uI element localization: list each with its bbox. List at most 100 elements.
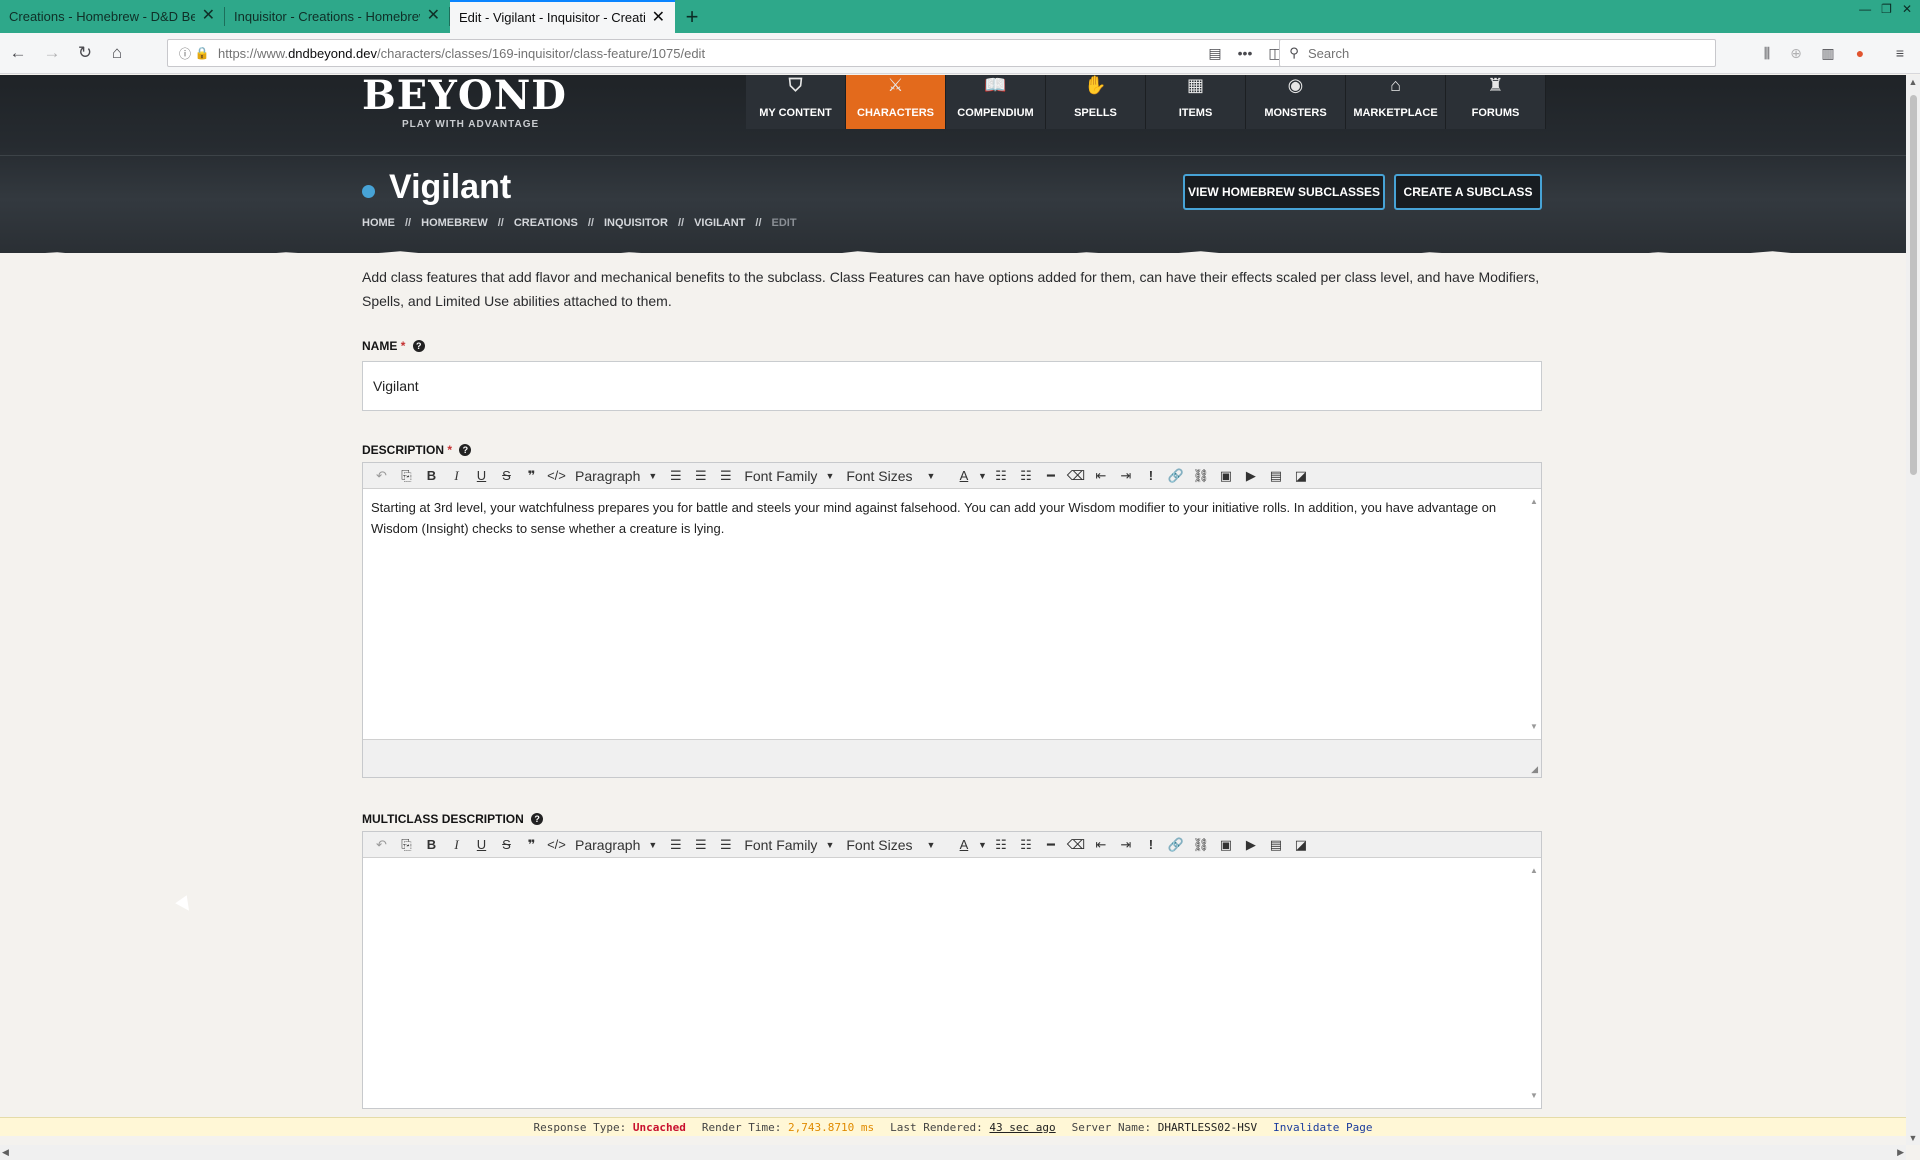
italic-icon[interactable]: I (444, 465, 469, 487)
site-logo[interactable]: BEYOND PLAY WITH ADVANTAGE (362, 75, 567, 130)
browser-tab-active[interactable]: Edit - Vigilant - Inquisitor - Creation … (450, 0, 675, 33)
fullscreen-icon[interactable]: ◪ (1288, 834, 1313, 856)
exclamation-icon[interactable]: ! (1138, 834, 1163, 856)
indent-icon[interactable]: ⇥ (1113, 834, 1138, 856)
horizontal-rule-icon[interactable]: ━ (1038, 465, 1063, 487)
reader-view-icon[interactable]: ▤ (1200, 45, 1230, 62)
video-icon[interactable]: ▶ (1238, 465, 1263, 487)
breadcrumb-creations[interactable]: CREATIONS (514, 217, 578, 229)
page-actions-icon[interactable]: ••• (1230, 45, 1260, 61)
unlink-icon[interactable]: ⛓ (1188, 465, 1213, 487)
code-icon[interactable]: </> (544, 465, 569, 487)
resize-handle-icon[interactable]: ◢ (1531, 764, 1538, 775)
minimize-icon[interactable]: — (1859, 0, 1871, 20)
nav-forums[interactable]: ♜ FORUMS (1446, 75, 1546, 129)
bold-icon[interactable]: B (419, 465, 444, 487)
nav-characters[interactable]: ⚔ CHARACTERS (846, 75, 946, 129)
font-sizes-select[interactable]: Font Sizes ▼ (840, 465, 941, 487)
fullscreen-icon[interactable]: ◪ (1288, 465, 1313, 487)
scroll-down-icon[interactable]: ▼ (1906, 1131, 1920, 1145)
strikethrough-icon[interactable]: S (494, 465, 519, 487)
image-icon[interactable]: ▣ (1213, 465, 1238, 487)
scroll-left-icon[interactable]: ◀ (2, 1145, 9, 1160)
search-input[interactable]: Search (1308, 46, 1349, 61)
breadcrumb-vigilant[interactable]: VIGILANT (694, 217, 745, 229)
close-window-icon[interactable]: ✕ (1902, 0, 1912, 20)
help-icon[interactable]: ? (459, 444, 472, 456)
blockquote-icon[interactable]: ❞ (519, 834, 544, 856)
source-code-icon[interactable]: ▤ (1263, 834, 1288, 856)
bold-icon[interactable]: B (419, 834, 444, 856)
multiclass-content[interactable]: ▲ ▼ (363, 858, 1541, 1108)
blockquote-icon[interactable]: ❞ (519, 465, 544, 487)
clear-format-icon[interactable]: ⌫ (1063, 834, 1088, 856)
forward-icon[interactable]: → (42, 43, 62, 63)
search-bar[interactable]: ⚲ Search (1279, 39, 1716, 67)
scroll-down-icon[interactable]: ▼ (1530, 1085, 1538, 1106)
scroll-up-icon[interactable]: ▲ (1906, 75, 1920, 89)
browser-tab[interactable]: Inquisitor - Creations - Homebrew ✕ (225, 0, 450, 33)
reload-icon[interactable]: ↻ (75, 43, 95, 63)
text-color-icon[interactable]: A (951, 465, 976, 487)
create-subclass-button[interactable]: CREATE A SUBCLASS (1394, 174, 1542, 210)
italic-icon[interactable]: I (444, 834, 469, 856)
description-content[interactable]: Starting at 3rd level, your watchfulness… (363, 489, 1541, 739)
image-icon[interactable]: ▣ (1213, 834, 1238, 856)
font-family-select[interactable]: Font Family ▼ (738, 834, 840, 856)
home-icon[interactable]: ⌂ (107, 43, 127, 63)
back-icon[interactable]: ← (8, 43, 28, 63)
chevron-down-icon[interactable]: ▼ (976, 465, 988, 487)
strikethrough-icon[interactable]: S (494, 834, 519, 856)
page-scrollbar-horizontal[interactable]: ◀ ▶ (0, 1145, 1906, 1160)
font-family-select[interactable]: Font Family ▼ (738, 465, 840, 487)
scroll-up-icon[interactable]: ▲ (1530, 860, 1538, 881)
link-icon[interactable]: 🔗 (1163, 834, 1188, 856)
shield-icon[interactable]: ⊕ (1786, 43, 1806, 63)
url-text[interactable]: https://www.dndbeyond.dev/characters/cla… (218, 46, 1200, 61)
close-icon[interactable]: ✕ (427, 8, 440, 24)
link-icon[interactable]: 🔗 (1163, 465, 1188, 487)
paragraph-select[interactable]: Paragraph ▼ (569, 834, 663, 856)
outdent-icon[interactable]: ⇤ (1088, 465, 1113, 487)
nav-marketplace[interactable]: ⌂ MARKETPLACE (1346, 75, 1446, 129)
horizontal-rule-icon[interactable]: ━ (1038, 834, 1063, 856)
source-code-icon[interactable]: ▤ (1263, 465, 1288, 487)
browser-tab[interactable]: Creations - Homebrew - D&D Beyo ✕ (0, 0, 225, 33)
outdent-icon[interactable]: ⇤ (1088, 834, 1113, 856)
numbered-list-icon[interactable]: ☷ (1013, 465, 1038, 487)
breadcrumb-inquisitor[interactable]: INQUISITOR (604, 217, 668, 229)
exclamation-icon[interactable]: ! (1138, 465, 1163, 487)
align-right-icon[interactable]: ☰ (713, 834, 738, 856)
editor-scrollbar[interactable]: ▲ ▼ (1527, 489, 1541, 739)
scroll-down-icon[interactable]: ▼ (1530, 716, 1538, 737)
sidebar-icon[interactable]: ▥ (1818, 43, 1838, 63)
page-scrollbar-vertical[interactable]: ▲ ▼ (1906, 75, 1920, 1145)
clear-format-icon[interactable]: ⌫ (1063, 465, 1088, 487)
help-icon[interactable]: ? (412, 340, 425, 352)
editor-scrollbar[interactable]: ▲ ▼ (1527, 858, 1541, 1108)
name-input[interactable] (362, 361, 1542, 411)
paragraph-select[interactable]: Paragraph ▼ (569, 465, 663, 487)
undo-icon[interactable]: ↶ (369, 834, 394, 856)
new-tab-button[interactable]: + (675, 0, 709, 33)
align-center-icon[interactable]: ☰ (688, 834, 713, 856)
invalidate-page-link[interactable]: Invalidate Page (1273, 1121, 1372, 1134)
paste-icon[interactable]: ⎘ (394, 834, 419, 856)
restore-icon[interactable]: ❐ (1881, 0, 1892, 20)
bullet-list-icon[interactable]: ☷ (988, 834, 1013, 856)
undo-icon[interactable]: ↶ (369, 465, 394, 487)
align-center-icon[interactable]: ☰ (688, 465, 713, 487)
align-left-icon[interactable]: ☰ (663, 834, 688, 856)
nav-spells[interactable]: ✋ SPELLS (1046, 75, 1146, 129)
nav-my-content[interactable]: ⛉ MY CONTENT (746, 75, 846, 129)
view-homebrew-subclasses-button[interactable]: VIEW HOMEBREW SUBCLASSES (1183, 174, 1385, 210)
align-left-icon[interactable]: ☰ (663, 465, 688, 487)
code-icon[interactable]: </> (544, 834, 569, 856)
nav-items[interactable]: ▦ ITEMS (1146, 75, 1246, 129)
paste-icon[interactable]: ⎘ (394, 465, 419, 487)
unlink-icon[interactable]: ⛓ (1188, 834, 1213, 856)
breadcrumb-homebrew[interactable]: HOMEBREW (421, 217, 488, 229)
video-icon[interactable]: ▶ (1238, 834, 1263, 856)
bullet-list-icon[interactable]: ☷ (988, 465, 1013, 487)
indent-icon[interactable]: ⇥ (1113, 465, 1138, 487)
